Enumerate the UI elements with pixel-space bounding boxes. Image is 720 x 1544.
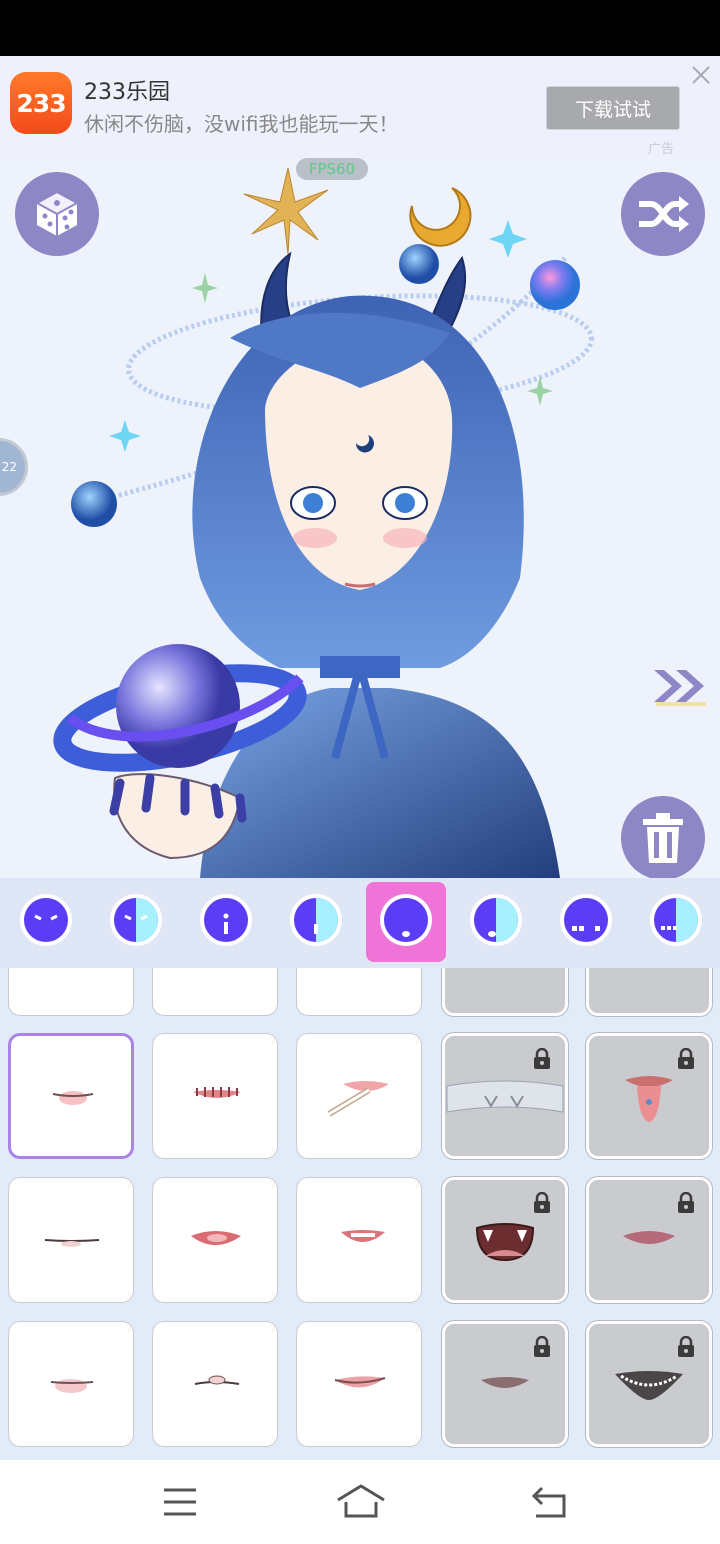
mouth-options-grid xyxy=(0,968,720,1460)
mouth-option-3[interactable] xyxy=(296,1033,422,1159)
mouth-option-15[interactable] xyxy=(585,1320,713,1448)
ad-banner[interactable]: 233 233乐园 休闲不伤脑，没wifi我也能玩一天！ 下载试试 广告 xyxy=(0,56,720,158)
random-dice-button[interactable] xyxy=(15,172,99,256)
mouth-preview xyxy=(193,1087,241,1098)
ad-label: 广告 xyxy=(648,142,675,157)
lock-icon xyxy=(534,1336,550,1357)
menu-icon[interactable] xyxy=(162,1482,198,1522)
tool-eye-style-7[interactable] xyxy=(558,892,614,948)
mouth-preview xyxy=(191,1231,241,1245)
mouth-option-8[interactable] xyxy=(296,1177,422,1303)
tool-eye-style-1[interactable] xyxy=(18,892,74,948)
mouth-option-9[interactable] xyxy=(441,1176,569,1304)
grid-cell-top-3[interactable] xyxy=(296,968,422,1016)
status-bar xyxy=(0,0,720,56)
mouth-preview xyxy=(52,1091,94,1105)
mouth-preview xyxy=(341,1230,385,1242)
mouth-option-2[interactable] xyxy=(152,1033,278,1159)
mouth-option-11[interactable] xyxy=(8,1321,134,1447)
grid-cell-top-2[interactable] xyxy=(152,968,278,1016)
lock-icon xyxy=(534,1048,550,1069)
delete-button[interactable] xyxy=(621,796,705,878)
mouth-option-14[interactable] xyxy=(441,1320,569,1448)
double-chevron-right-icon[interactable] xyxy=(650,666,710,706)
fps-indicator: FPS60 xyxy=(296,158,368,180)
ad-app-logo: 233 xyxy=(10,72,72,134)
mouth-option-1[interactable] xyxy=(8,1033,134,1159)
shuffle-icon xyxy=(639,196,689,232)
mouth-option-10[interactable] xyxy=(585,1176,713,1304)
category-toolbar xyxy=(0,878,720,969)
mouth-preview xyxy=(194,1375,240,1385)
close-icon[interactable] xyxy=(690,64,712,86)
mouth-option-12[interactable] xyxy=(152,1321,278,1447)
mouth-option-6[interactable] xyxy=(8,1177,134,1303)
dice-icon xyxy=(34,190,80,236)
mouth-option-13[interactable] xyxy=(296,1321,422,1447)
mouth-option-5[interactable] xyxy=(585,1032,713,1160)
ad-download-button[interactable]: 下载试试 xyxy=(546,86,680,130)
grid-cell-top-1[interactable] xyxy=(8,968,134,1016)
home-icon[interactable] xyxy=(336,1482,386,1522)
mouth-preview xyxy=(44,1239,100,1247)
mouth-preview xyxy=(334,1376,386,1388)
system-nav-bar xyxy=(0,1460,720,1544)
character-illustration xyxy=(53,167,594,878)
tool-eye-style-8[interactable] xyxy=(648,892,704,948)
tool-eye-style-6[interactable] xyxy=(468,892,524,948)
character-canvas[interactable]: 22 xyxy=(0,158,720,878)
mouth-option-7[interactable] xyxy=(152,1177,278,1303)
back-icon[interactable] xyxy=(528,1482,568,1522)
shuffle-button[interactable] xyxy=(621,172,705,256)
mouth-preview xyxy=(327,1081,389,1117)
tool-eye-style-3[interactable] xyxy=(198,892,254,948)
ad-subtitle: 休闲不伤脑，没wifi我也能玩一天！ xyxy=(84,112,399,136)
mouth-preview xyxy=(50,1379,94,1393)
lock-icon xyxy=(534,1192,550,1213)
mouth-option-4[interactable] xyxy=(441,1032,569,1160)
tool-eye-style-4[interactable] xyxy=(288,892,344,948)
trash-icon xyxy=(643,813,683,863)
lock-icon xyxy=(678,1336,694,1357)
tool-eye-style-5[interactable] xyxy=(378,892,434,948)
tool-eye-style-2[interactable] xyxy=(108,892,164,948)
lock-icon xyxy=(678,1192,694,1213)
lock-icon xyxy=(678,1048,694,1069)
ad-title: 233乐园 xyxy=(84,80,170,105)
grid-cell-top-5[interactable] xyxy=(585,968,713,1017)
grid-cell-top-4[interactable] xyxy=(441,968,569,1017)
